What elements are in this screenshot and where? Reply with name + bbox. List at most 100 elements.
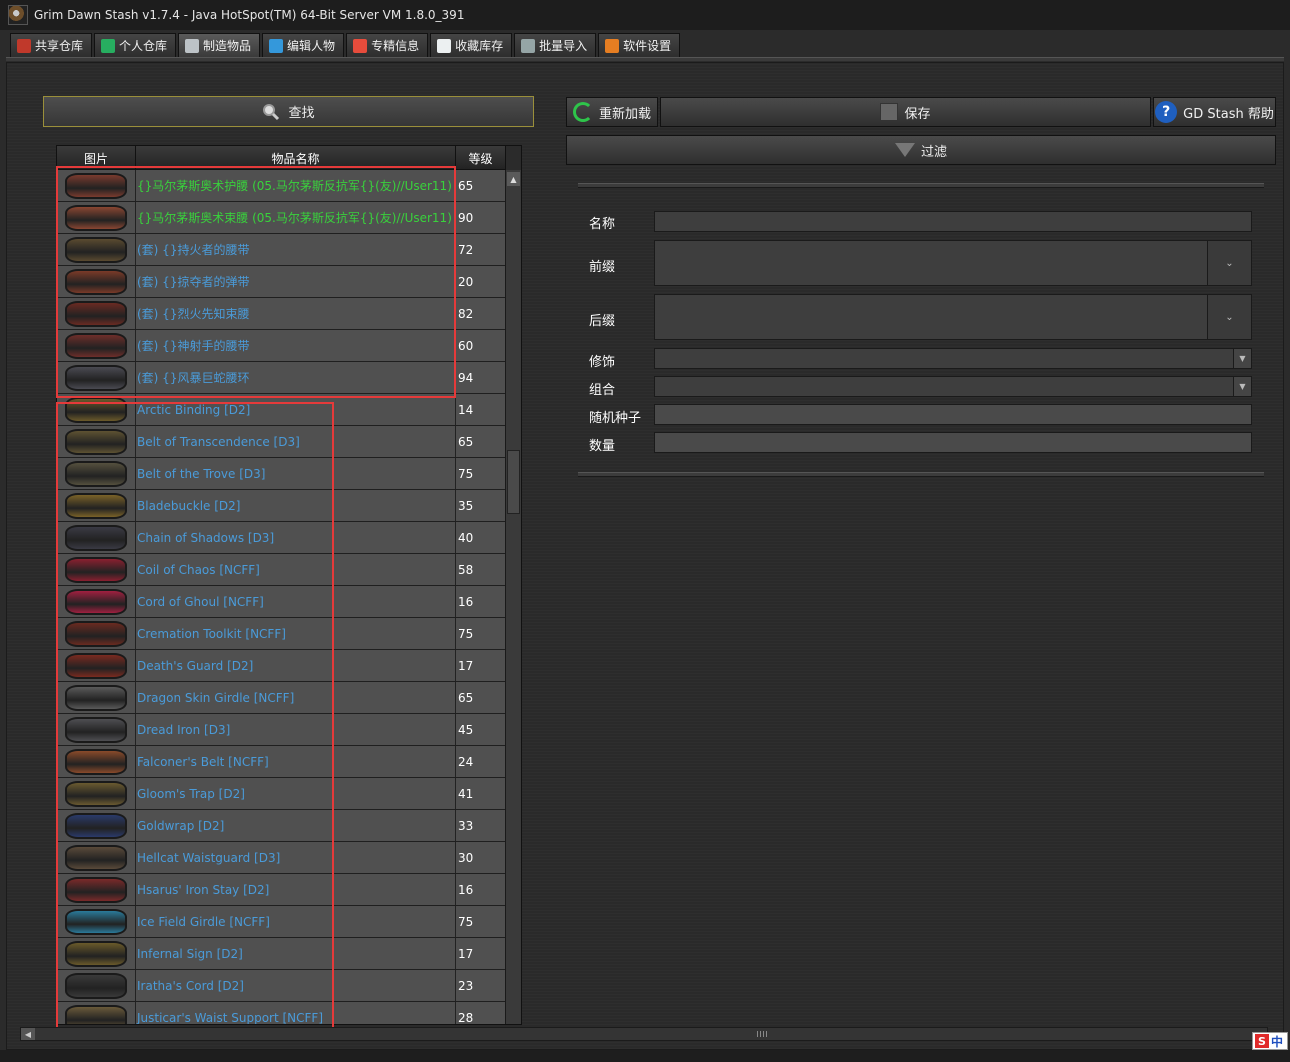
item-level: 24 [458,754,474,769]
ime-indicator[interactable]: S 中 [1252,1032,1288,1050]
reload-button[interactable]: 重新加载 [566,97,658,127]
table-row[interactable]: Gloom's Trap [D2] 41 [57,778,507,810]
table-row[interactable]: Death's Guard [D2] 17 [57,650,507,682]
table-row[interactable]: Cord of Ghoul [NCFF] 16 [57,586,507,618]
vertical-scrollbar[interactable]: ▲ [505,170,521,1024]
item-image-cell [57,298,136,329]
table-row[interactable]: Cremation Toolkit [NCFF] 75 [57,618,507,650]
table-row[interactable]: Coil of Chaos [NCFF] 58 [57,554,507,586]
table-row[interactable]: Chain of Shadows [D3] 40 [57,522,507,554]
table-row[interactable]: Belt of Transcendence [D3] 65 [57,426,507,458]
table-row[interactable]: Justicar's Waist Support [NCFF] 28 [57,1002,507,1024]
belt-icon [65,716,127,743]
people-icon [353,38,368,53]
quantity-field[interactable] [654,432,1252,453]
scrollbar-grip[interactable] [757,1031,767,1037]
item-level: 17 [458,946,474,961]
table-row[interactable]: Hsarus' Iron Stay [D2] 16 [57,874,507,906]
table-row[interactable]: (套) {}烈火先知束腰 82 [57,298,507,330]
table-row[interactable]: Arctic Binding [D2] 14 [57,394,507,426]
belt-icon [65,588,127,615]
table-row[interactable]: Falconer's Belt [NCFF] 24 [57,746,507,778]
item-image-cell [57,490,136,521]
seed-label: 随机种子 [589,411,642,426]
belt-icon [65,492,127,519]
tab-1[interactable]: 共享仓库 [10,33,93,57]
chevron-down-icon[interactable]: ⌄ [1207,241,1251,285]
item-name: Coil of Chaos [NCFF] [136,554,456,585]
belt-icon [65,908,127,935]
item-level: 16 [458,882,474,897]
item-level: 41 [458,786,474,801]
belt-icon [65,1004,127,1024]
tab-3[interactable]: 制造物品 [178,33,261,57]
item-name: (套) {}烈火先知束腰 [136,298,456,329]
table-row[interactable]: Bladebuckle [D2] 35 [57,490,507,522]
checkbox-icon [437,38,452,53]
tab-divider [6,57,1284,61]
item-name: Cremation Toolkit [NCFF] [136,618,456,649]
suffix-label: 后缀 [589,314,616,329]
item-level: 60 [458,338,474,353]
filter-button[interactable]: 过滤 [566,135,1276,165]
table-row[interactable]: Goldwrap [D2] 33 [57,810,507,842]
item-level: 75 [458,466,474,481]
belt-icon [65,236,127,263]
table-row[interactable]: Iratha's Cord [D2] 23 [57,970,507,1002]
help-button[interactable]: ? GD Stash 帮助 [1153,97,1276,127]
table-row[interactable]: Belt of the Trove [D3] 75 [57,458,507,490]
table-row[interactable]: Dread Iron [D3] 45 [57,714,507,746]
suffix-dropdown[interactable]: ⌄ [654,294,1252,340]
table-row[interactable]: (套) {}掠夺者的弹带 20 [57,266,507,298]
chevron-down-icon[interactable]: ⌄ [1207,295,1251,339]
belt-icon [65,428,127,455]
table-row[interactable]: {}马尔茅斯奥术护腰 (05.马尔茅斯反抗军{}(友)//User11) 65 [57,170,507,202]
tab-2[interactable]: 个人仓库 [94,33,177,57]
tools-icon [605,38,620,53]
prefix-dropdown[interactable]: ⌄ [654,240,1252,286]
item-name: Justicar's Waist Support [NCFF] [136,1002,456,1024]
table-row[interactable]: Dragon Skin Girdle [NCFF] 65 [57,682,507,714]
tab-8[interactable]: 软件设置 [598,33,681,57]
table-row[interactable]: Hellcat Waistguard [D3] 30 [57,842,507,874]
header-image[interactable]: 图片 [57,146,136,170]
item-image-cell [57,554,136,585]
tab-5[interactable]: 专精信息 [346,33,429,57]
combo-dropdown[interactable]: ▼ [654,376,1252,397]
belt-icon [65,748,127,775]
table-row[interactable]: {}马尔茅斯奥术束腰 (05.马尔茅斯反抗军{}(友)//User11) 90 [57,202,507,234]
help-icon: ? [1155,101,1178,123]
item-image-cell [57,906,136,937]
save-button[interactable]: 保存 [660,97,1151,127]
table-row[interactable]: Infernal Sign [D2] 17 [57,938,507,970]
table-row[interactable]: (套) {}神射手的腰带 60 [57,330,507,362]
search-button[interactable]: 查找 [43,96,534,127]
belt-icon [65,684,127,711]
table-row[interactable]: (套) {}风暴巨蛇腰环 94 [57,362,507,394]
name-field[interactable] [654,211,1252,232]
header-level[interactable]: 等级 [456,146,506,170]
main-tabs: 共享仓库 个人仓库 制造物品 编辑人物 专精信息 收藏库存 批量导入 软件设置 [10,33,681,57]
tab-label: 专精信息 [371,39,420,53]
chevron-down-icon[interactable]: ▼ [1233,377,1251,396]
cards-icon [101,38,116,53]
modifier-dropdown[interactable]: ▼ [654,348,1252,369]
seed-field[interactable] [654,404,1252,425]
tab-6[interactable]: 收藏库存 [430,33,513,57]
item-level: 17 [458,658,474,673]
chevron-down-icon[interactable]: ▼ [1233,349,1251,368]
item-name: Arctic Binding [D2] [136,394,456,425]
import-icon [521,38,536,53]
header-name[interactable]: 物品名称 [136,146,456,170]
scroll-up-icon[interactable]: ▲ [507,172,520,186]
modifier-label: 修饰 [589,355,616,370]
table-row[interactable]: Ice Field Girdle [NCFF] 75 [57,906,507,938]
scrollbar-thumb[interactable] [507,450,520,514]
table-row[interactable]: (套) {}持火者的腰带 72 [57,234,507,266]
tab-4[interactable]: 编辑人物 [262,33,345,57]
item-level: 14 [458,402,474,417]
item-image-cell [57,778,136,809]
horizontal-scrollbar[interactable]: ◀ [20,1027,1268,1041]
tab-7[interactable]: 批量导入 [514,33,597,57]
scroll-left-icon[interactable]: ◀ [21,1028,35,1040]
